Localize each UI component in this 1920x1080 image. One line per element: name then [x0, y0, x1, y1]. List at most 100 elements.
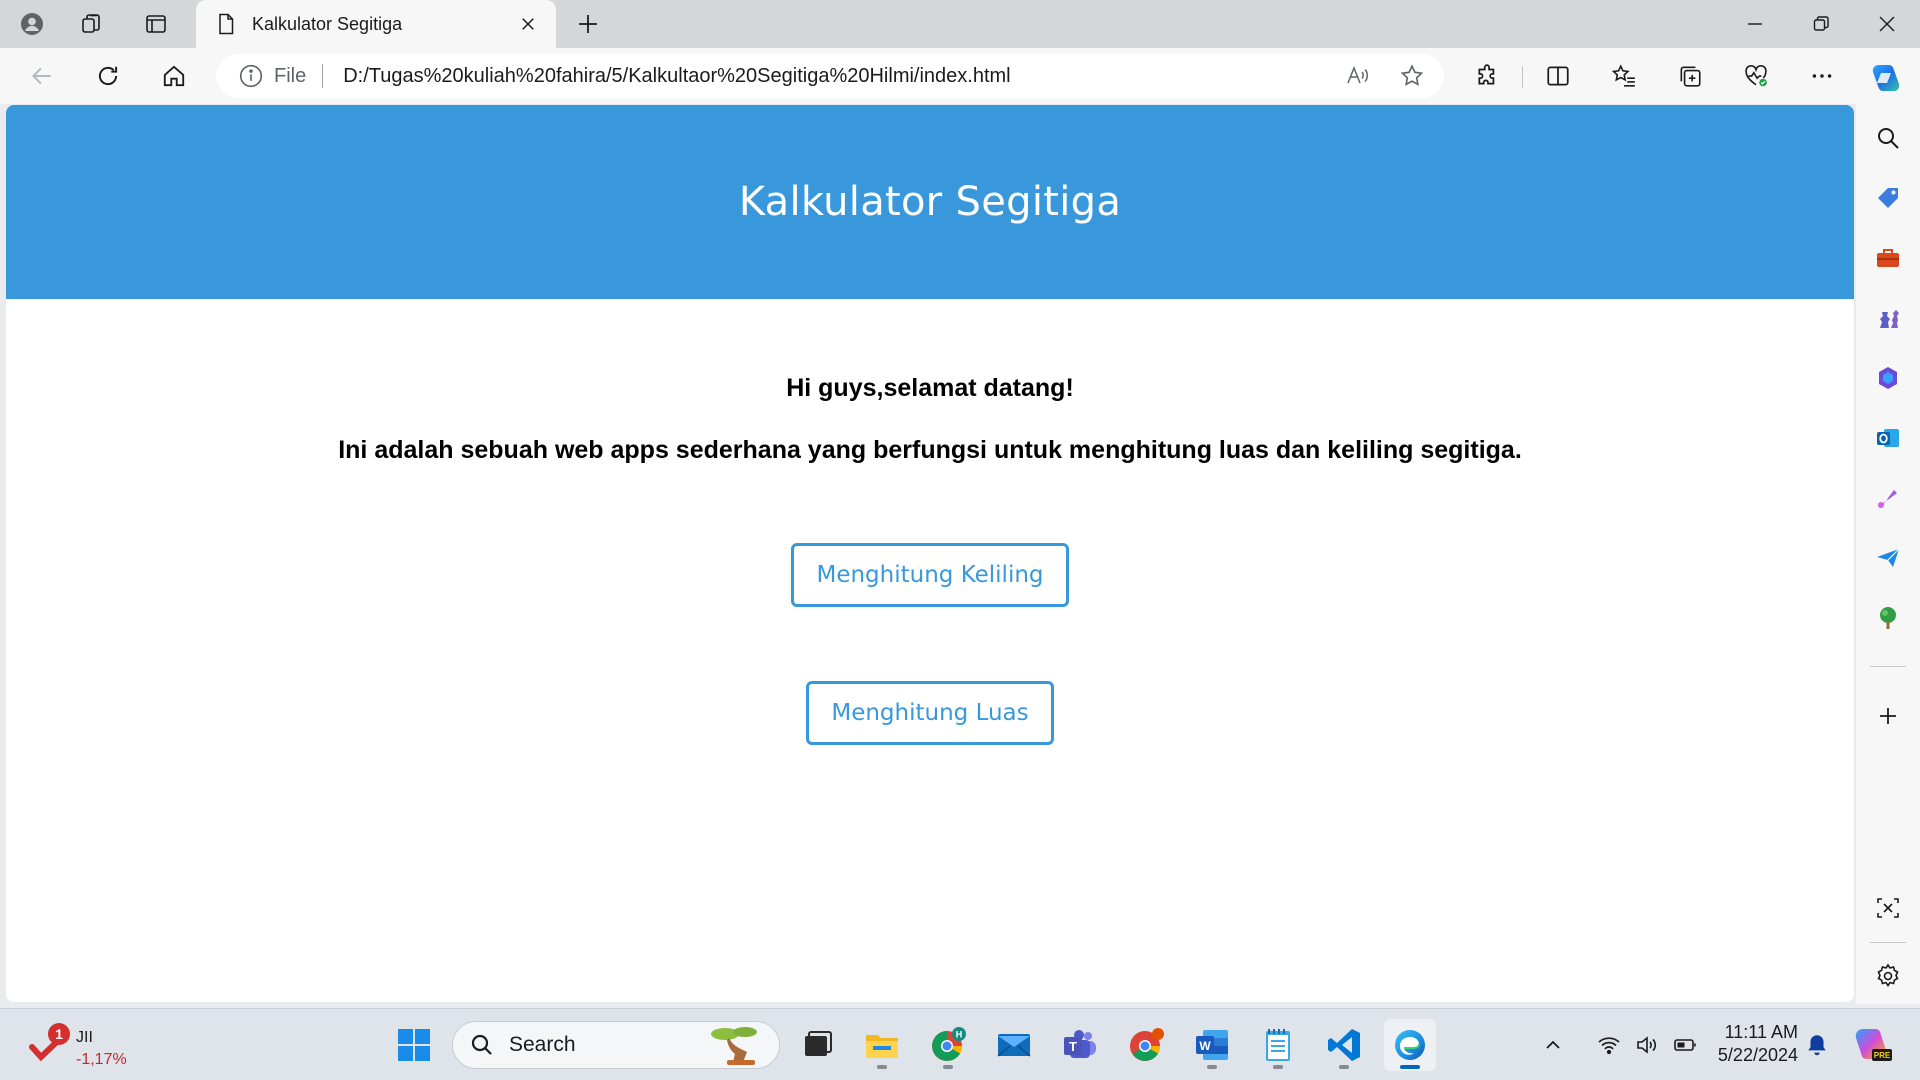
mail-icon: [997, 1034, 1031, 1057]
menghitung-keliling-button[interactable]: Menghitung Keliling: [791, 543, 1069, 607]
restore-button[interactable]: [1788, 0, 1854, 48]
home-button[interactable]: [152, 56, 196, 96]
sidebar-designer[interactable]: [1868, 478, 1908, 518]
battery-icon: [1674, 1039, 1696, 1051]
sidebar-add[interactable]: [1868, 696, 1908, 736]
menghitung-luas-button[interactable]: Menghitung Luas: [806, 681, 1054, 745]
mail-app[interactable]: [988, 1019, 1040, 1071]
sidebar-settings[interactable]: [1868, 956, 1908, 996]
chrome-profile-h-app[interactable]: H: [922, 1019, 974, 1071]
windows-taskbar: 1 JII -1,17% Search H T W 11:11 AM 5/22/…: [0, 1008, 1920, 1080]
taskbar-search[interactable]: Search: [452, 1021, 780, 1069]
browser-toolbar: File D:/Tugas%20kuliah%20fahira/5/Kalkul…: [0, 48, 1920, 104]
outlook-icon: [1877, 429, 1899, 447]
url-text[interactable]: D:/Tugas%20kuliah%20fahira/5/Kalkultaor%…: [343, 65, 1324, 88]
favorite-star-button[interactable]: [1392, 56, 1432, 96]
home-icon: [163, 65, 185, 87]
profile-button[interactable]: [12, 6, 52, 42]
sidebar-telegram[interactable]: [1868, 538, 1908, 578]
sidebar-search[interactable]: [1868, 118, 1908, 158]
file-explorer-app[interactable]: [856, 1019, 908, 1071]
wifi-status[interactable]: [1592, 1028, 1626, 1062]
tab-title: Kalkulator Segitiga: [252, 13, 403, 34]
edge-app[interactable]: [1384, 1019, 1436, 1071]
volume-status[interactable]: [1630, 1028, 1664, 1062]
collections-button[interactable]: [1668, 56, 1712, 96]
split-screen-button[interactable]: [1536, 56, 1580, 96]
wifi-icon: [1598, 1037, 1620, 1055]
read-aloud-icon: [1347, 65, 1368, 84]
description-text: Ini adalah sebuah web apps sederhana yan…: [338, 436, 1522, 464]
screenshot-icon: [1877, 898, 1899, 918]
browser-essentials-button[interactable]: [1734, 56, 1778, 96]
settings-more-button[interactable]: [1800, 56, 1844, 96]
running-indicator: [1339, 1065, 1349, 1069]
running-indicator: [943, 1065, 953, 1069]
copilot-button[interactable]: [1866, 58, 1906, 98]
minimize-button[interactable]: [1722, 0, 1788, 48]
profile-icon: [21, 13, 43, 35]
sidebar-games[interactable]: [1868, 298, 1908, 338]
svg-text:PRE: PRE: [1874, 1051, 1891, 1060]
clock[interactable]: 11:11 AM 5/22/2024: [1706, 1021, 1798, 1067]
bell-icon: [1808, 1035, 1826, 1056]
sidebar-m365[interactable]: [1868, 358, 1908, 398]
running-indicator: [1207, 1065, 1217, 1069]
word-icon: W: [1196, 1030, 1228, 1060]
workspaces-button[interactable]: [72, 6, 112, 42]
system-tray: [1536, 1021, 1706, 1069]
address-separator: [322, 64, 324, 88]
start-button[interactable]: [388, 1019, 440, 1071]
notepad-icon: [1266, 1029, 1290, 1061]
address-bar[interactable]: File D:/Tugas%20kuliah%20fahira/5/Kalkul…: [216, 54, 1444, 98]
sidebar-shopping[interactable]: [1868, 178, 1908, 218]
running-indicator: [1400, 1065, 1420, 1069]
workspaces-icon: [82, 14, 100, 33]
teams-app[interactable]: T: [1054, 1019, 1106, 1071]
info-icon[interactable]: [238, 63, 264, 89]
stock-widget[interactable]: 1 JII -1,17%: [24, 1021, 144, 1071]
paper-plane-icon: [1877, 548, 1900, 567]
favorites-button[interactable]: [1602, 56, 1646, 96]
svg-text:T: T: [1069, 1039, 1077, 1054]
vscode-app[interactable]: [1318, 1019, 1370, 1071]
clock-date: 5/22/2024: [1717, 1045, 1798, 1065]
site-main: Hi guys,selamat datang! Ini adalah sebua…: [6, 299, 1854, 745]
split-screen-icon: [1547, 66, 1569, 86]
svg-text:H: H: [956, 1030, 963, 1040]
tab-close-button[interactable]: [514, 10, 542, 38]
folder-icon: [866, 1035, 898, 1058]
battery-status[interactable]: [1668, 1028, 1702, 1062]
close-window-button[interactable]: [1854, 0, 1920, 48]
sidebar-screenshot[interactable]: [1868, 888, 1908, 928]
tab-kalkulator-segitiga[interactable]: Kalkulator Segitiga: [196, 0, 556, 48]
restore-icon: [1813, 16, 1829, 31]
extensions-button[interactable]: [1466, 56, 1510, 96]
sidebar-outlook[interactable]: [1868, 418, 1908, 458]
sidebar-divider-bottom: [1870, 942, 1906, 943]
greeting-text: Hi guys,selamat datang!: [786, 374, 1074, 402]
copilot-icon: [1872, 65, 1900, 91]
close-icon: [1879, 16, 1895, 32]
plus-icon: [1880, 708, 1896, 724]
minimize-icon: [1748, 23, 1762, 25]
sidebar-tools[interactable]: [1868, 238, 1908, 278]
back-button[interactable]: [20, 56, 64, 96]
refresh-button[interactable]: [86, 56, 130, 96]
sidebar-tree-app[interactable]: [1868, 598, 1908, 638]
tab-actions-icon: [146, 15, 166, 33]
page-viewport: Kalkulator Segitiga Hi guys,selamat data…: [6, 105, 1854, 1002]
notepad-app[interactable]: [1252, 1019, 1304, 1071]
chrome-app[interactable]: [1120, 1019, 1172, 1071]
copilot-preview-icon[interactable]: PRE: [1850, 1023, 1894, 1067]
task-view-button[interactable]: [790, 1019, 842, 1071]
notifications-button[interactable]: [1800, 1027, 1834, 1063]
read-aloud-button[interactable]: [1338, 56, 1378, 96]
chrome-icon: H: [932, 1027, 966, 1061]
word-app[interactable]: W: [1186, 1019, 1238, 1071]
clock-time: 11:11 AM: [1724, 1022, 1798, 1042]
show-hidden-icons-button[interactable]: [1536, 1028, 1570, 1062]
new-tab-button[interactable]: [568, 6, 608, 42]
gear-icon: [1877, 963, 1899, 987]
vertical-tabs-button[interactable]: [136, 6, 176, 42]
